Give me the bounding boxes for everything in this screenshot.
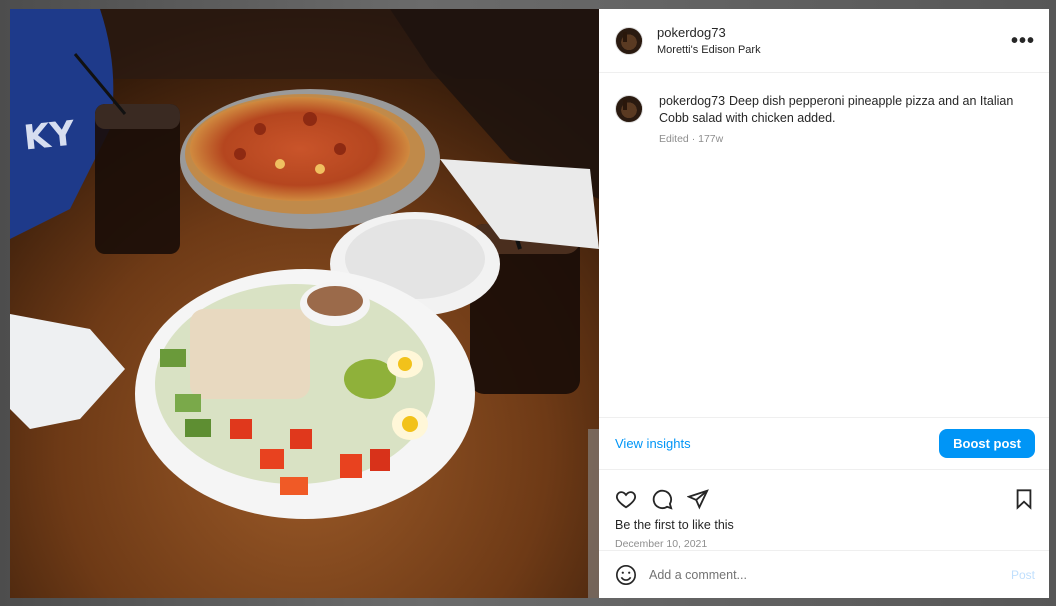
caption-username[interactable]: pokerdog73 (659, 94, 725, 108)
caption-avatar[interactable] (615, 95, 643, 123)
view-insights-link[interactable]: View insights (615, 436, 691, 451)
caption-body: pokerdog73 Deep dish pepperoni pineapple … (659, 93, 1033, 148)
post-modal: KY pokerdog73 Moretti's Edison Park ••• … (10, 9, 1049, 598)
add-comment-bar: Post (599, 550, 1049, 598)
caption-meta: Edited · 177w (659, 133, 724, 145)
svg-text:KY: KY (22, 113, 77, 158)
comments-area: pokerdog73 Deep dish pepperoni pineapple … (599, 73, 1049, 417)
username-link[interactable]: pokerdog73 (657, 25, 1011, 40)
emoji-icon[interactable] (615, 564, 637, 586)
location-link[interactable]: Moretti's Edison Park (657, 44, 1011, 56)
post-sidebar: pokerdog73 Moretti's Edison Park ••• pok… (599, 9, 1049, 598)
post-comment-button[interactable]: Post (1011, 568, 1035, 582)
comment-input[interactable] (649, 567, 1011, 582)
header-meta: pokerdog73 Moretti's Edison Park (657, 25, 1011, 56)
avatar[interactable] (615, 26, 643, 55)
caption: pokerdog73 Deep dish pepperoni pineapple … (615, 93, 1033, 148)
bookmark-icon[interactable] (1013, 488, 1035, 510)
post-date[interactable]: December 10, 2021 (599, 532, 1049, 550)
engagement-section: Be the first to like this December 10, 2… (599, 470, 1049, 550)
comment-icon[interactable] (651, 488, 673, 510)
insights-bar: View insights Boost post (599, 417, 1049, 470)
likes-count[interactable]: Be the first to like this (599, 516, 1049, 532)
post-photo: KY (10, 9, 599, 598)
action-bar (599, 470, 1049, 516)
more-options-icon[interactable]: ••• (1011, 31, 1035, 51)
boost-post-button[interactable]: Boost post (939, 429, 1035, 458)
post-header: pokerdog73 Moretti's Edison Park ••• (599, 9, 1049, 73)
share-icon[interactable] (687, 488, 709, 510)
food-illustration: KY (10, 9, 599, 598)
heart-icon[interactable] (615, 488, 637, 510)
